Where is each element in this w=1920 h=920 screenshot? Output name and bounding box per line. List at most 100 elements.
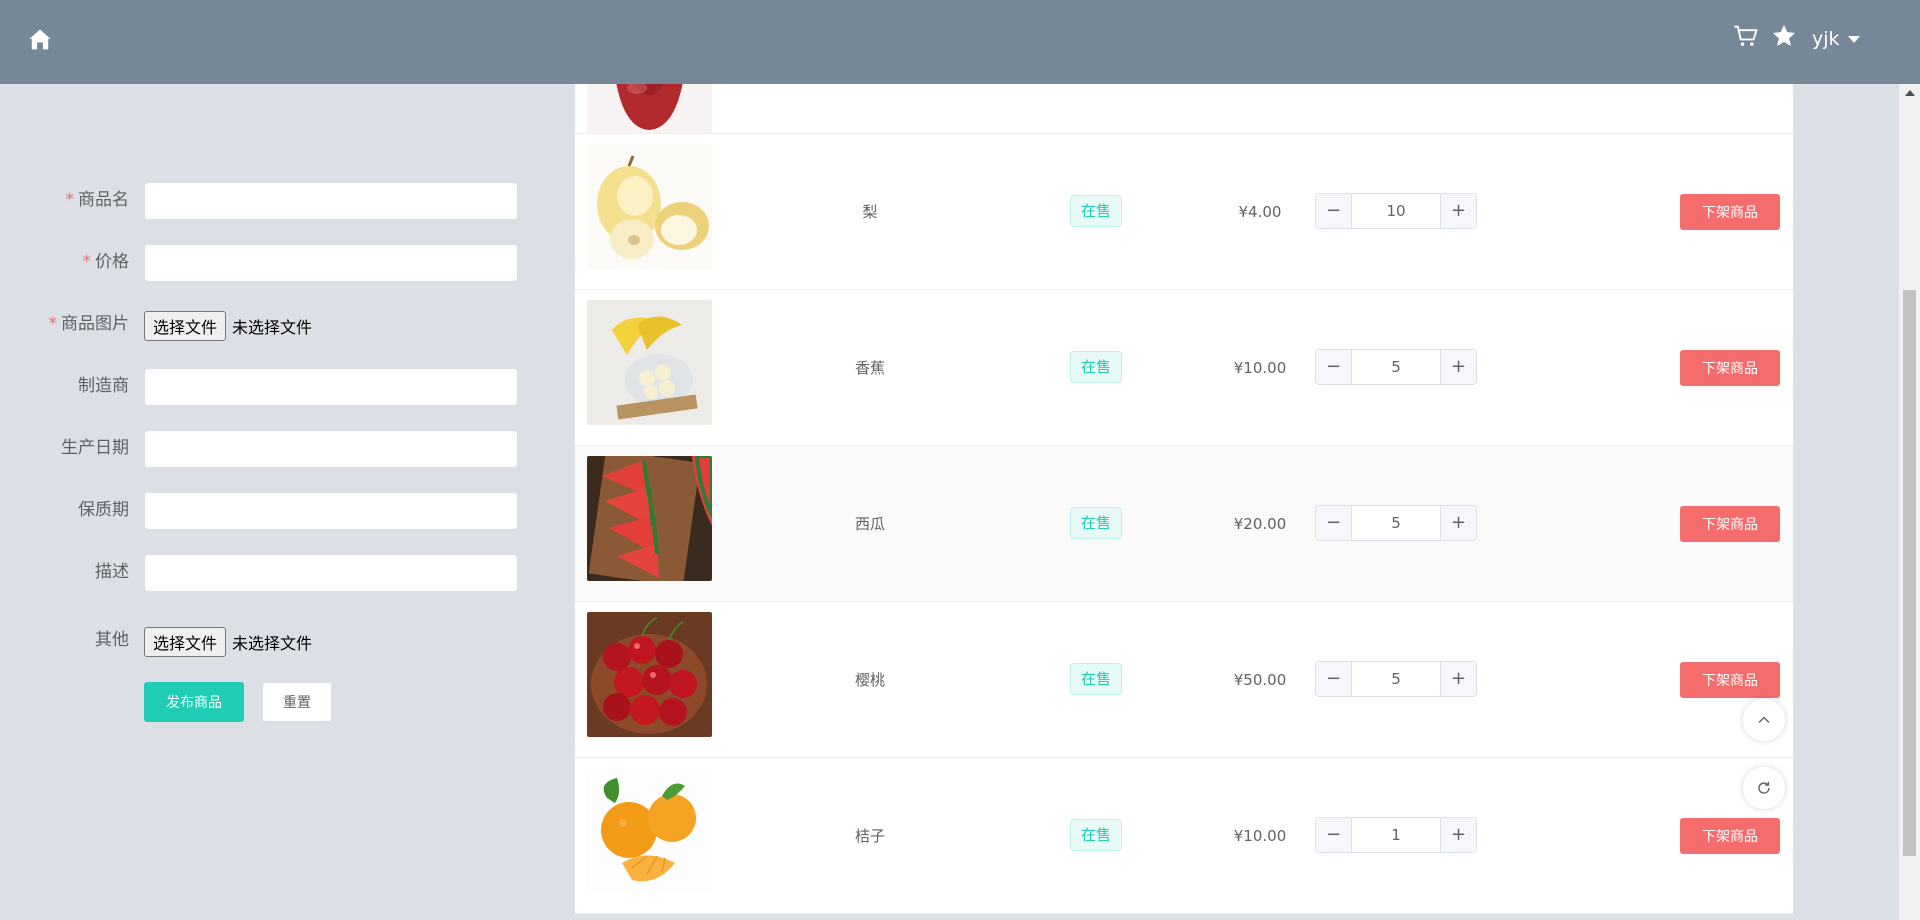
product-name: 香蕉: [854, 359, 885, 377]
required-mark: *: [48, 314, 58, 334]
home-icon[interactable]: [26, 26, 54, 54]
form-row: 保质期: [0, 490, 560, 530]
form-input[interactable]: [144, 182, 518, 220]
product-price: ¥20.00: [1233, 515, 1287, 533]
status-badge: 在售: [1070, 351, 1123, 383]
file-status: 未选择文件: [232, 634, 313, 653]
form-row: * 价格: [0, 242, 560, 282]
increase-button[interactable]: +: [1440, 818, 1476, 852]
star-icon[interactable]: [1770, 22, 1798, 50]
decrease-button[interactable]: −: [1316, 818, 1352, 852]
quantity-input[interactable]: [1353, 350, 1439, 384]
field-label: * 价格: [83, 242, 130, 282]
banana-image: [587, 300, 712, 425]
quantity-stepper: −+: [1315, 349, 1477, 385]
decrease-button[interactable]: −: [1316, 662, 1352, 696]
field-label: 其他: [95, 620, 129, 660]
status-badge: 在售: [1070, 819, 1123, 851]
pear-image: [587, 144, 712, 269]
field-label-text: 制造商: [78, 376, 129, 396]
form-row: 生产日期: [0, 428, 560, 468]
form-input[interactable]: [144, 244, 518, 282]
delist-button[interactable]: 下架商品: [1680, 506, 1780, 542]
quantity-input[interactable]: [1353, 194, 1439, 228]
cherry-image: [587, 612, 712, 737]
orange-image: [587, 768, 712, 893]
form-row: 制造商: [0, 366, 560, 406]
file-picker: 选择文件 未选择文件: [144, 627, 312, 657]
field-label: * 商品图片: [49, 304, 130, 344]
field-label-text: 其他: [95, 630, 129, 650]
decrease-button[interactable]: −: [1316, 194, 1352, 228]
delist-button[interactable]: 下架商品: [1680, 662, 1780, 698]
form-input[interactable]: [144, 554, 518, 592]
product-name: 梨: [862, 203, 878, 221]
delist-button[interactable]: 下架商品: [1680, 350, 1780, 386]
increase-button[interactable]: +: [1440, 194, 1476, 228]
product-price: ¥10.00: [1233, 827, 1287, 845]
back-to-top-button[interactable]: [1742, 698, 1786, 742]
chevron-up-icon: [1758, 716, 1770, 723]
status-badge: 在售: [1070, 663, 1123, 695]
watermelon-image: [587, 456, 712, 581]
file-picker: 选择文件 未选择文件: [144, 311, 312, 341]
form-row: * 商品名: [0, 180, 560, 220]
form-row: 其他 选择文件 未选择文件: [0, 620, 560, 660]
table-row-partial: [575, 84, 1793, 134]
product-price: ¥10.00: [1233, 359, 1287, 377]
choose-file-button[interactable]: 选择文件: [144, 311, 227, 341]
product-name: 西瓜: [854, 515, 885, 533]
quantity-input[interactable]: [1353, 506, 1439, 540]
field-label: 制造商: [78, 366, 129, 406]
table-row: 樱桃在售¥50.00−+下架商品: [575, 602, 1793, 758]
caret-down-icon: [1847, 35, 1860, 43]
increase-button[interactable]: +: [1440, 350, 1476, 384]
product-price: ¥4.00: [1238, 203, 1282, 221]
table-row: 西瓜在售¥20.00−+下架商品: [575, 446, 1793, 602]
choose-file-button[interactable]: 选择文件: [144, 627, 227, 657]
quantity-input[interactable]: [1353, 662, 1439, 696]
user-name: yjk: [1812, 28, 1840, 50]
field-label-text: 商品图片: [61, 314, 129, 334]
user-menu[interactable]: yjk: [1812, 25, 1860, 53]
publish-button[interactable]: 发布商品: [144, 682, 244, 722]
refresh-button[interactable]: [1742, 766, 1786, 810]
scrollbar[interactable]: [1899, 84, 1920, 920]
decrease-button[interactable]: −: [1316, 350, 1352, 384]
form-input[interactable]: [144, 368, 518, 406]
field-label-text: 描述: [95, 562, 129, 582]
quantity-input[interactable]: [1353, 818, 1439, 852]
decrease-button[interactable]: −: [1316, 506, 1352, 540]
quantity-stepper: −+: [1315, 193, 1477, 229]
field-label-text: 商品名: [78, 190, 129, 210]
required-mark: *: [82, 252, 92, 272]
field-label-text: 价格: [95, 252, 129, 272]
field-label: * 商品名: [66, 180, 130, 220]
apple-image: [587, 84, 712, 133]
field-label: 描述: [95, 552, 129, 592]
field-label-text: 生产日期: [61, 438, 129, 458]
delist-button[interactable]: 下架商品: [1680, 818, 1780, 854]
quantity-stepper: −+: [1315, 817, 1477, 853]
form-input[interactable]: [144, 492, 518, 530]
field-label: 保质期: [78, 490, 129, 530]
form-row: 描述: [0, 552, 560, 592]
file-status: 未选择文件: [232, 318, 313, 337]
product-table: 梨在售¥4.00−+下架商品香蕉在售¥10.00−+下架商品西瓜在售¥20.00…: [575, 84, 1793, 914]
table-row: 桔子在售¥10.00−+下架商品: [575, 758, 1793, 914]
form-input[interactable]: [144, 430, 518, 468]
increase-button[interactable]: +: [1440, 662, 1476, 696]
increase-button[interactable]: +: [1440, 506, 1476, 540]
quantity-stepper: −+: [1315, 505, 1477, 541]
field-label-text: 保质期: [78, 500, 129, 520]
status-badge: 在售: [1070, 507, 1123, 539]
scrollbar-thumb[interactable]: [1903, 290, 1916, 856]
reset-button[interactable]: 重置: [262, 682, 332, 722]
form-row: * 商品图片 选择文件 未选择文件: [0, 304, 560, 344]
required-mark: *: [65, 190, 75, 210]
scroll-up-arrow[interactable]: [1899, 84, 1920, 102]
status-badge: 在售: [1070, 195, 1123, 227]
table-row: 梨在售¥4.00−+下架商品: [575, 134, 1793, 290]
delist-button[interactable]: 下架商品: [1680, 194, 1780, 230]
cart-icon[interactable]: [1732, 22, 1760, 50]
